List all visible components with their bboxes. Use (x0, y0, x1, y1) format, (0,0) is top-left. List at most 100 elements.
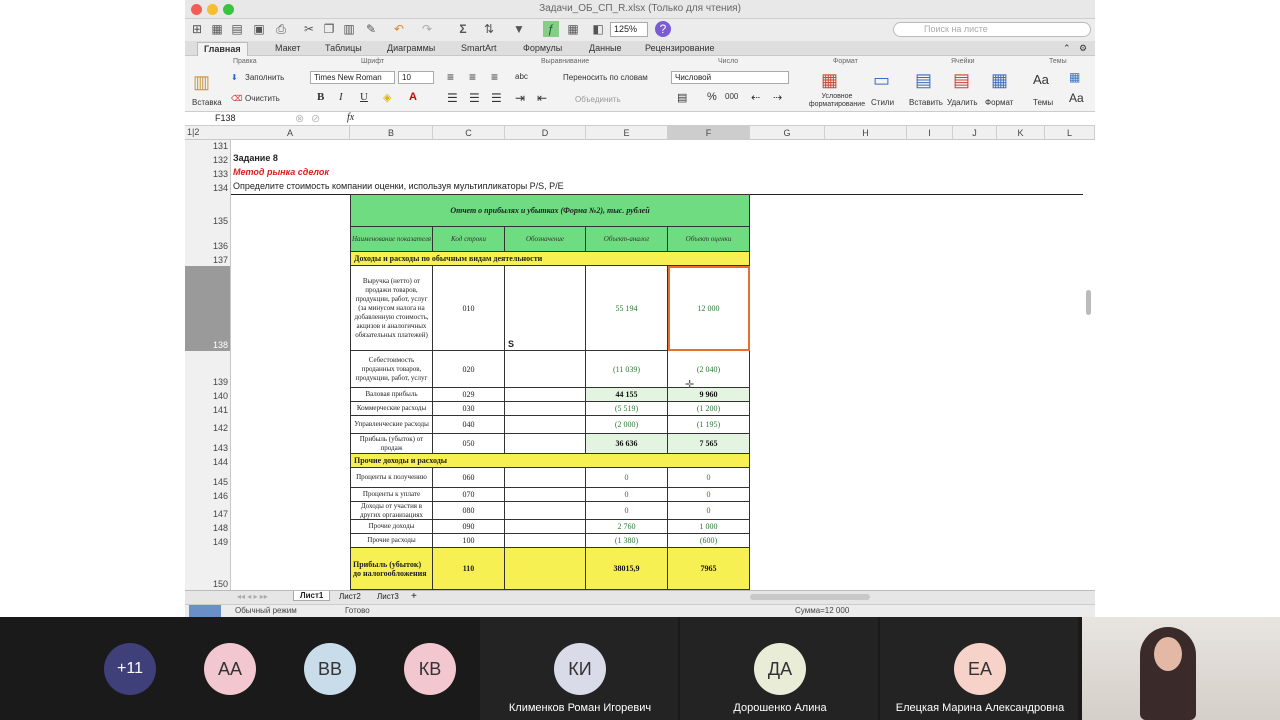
column-header-e[interactable]: E (586, 126, 668, 140)
item-designation-100[interactable] (505, 534, 586, 548)
autosum-icon[interactable]: Σ (455, 21, 471, 37)
item-code-080[interactable]: 080 (433, 502, 505, 520)
decrease-decimal-icon[interactable]: ⇠ (751, 91, 760, 104)
copy-icon[interactable]: ❐ (321, 21, 337, 37)
tab-charts[interactable]: Диаграммы (381, 42, 441, 55)
font-name-select[interactable]: Times New Roman (310, 71, 395, 84)
increase-decimal-icon[interactable]: ⇢ (773, 91, 782, 104)
item-designation-040[interactable] (505, 416, 586, 434)
save-icon[interactable]: ▣ (251, 21, 267, 37)
fx-label[interactable]: fx (347, 112, 354, 123)
paste-button[interactable]: Вставка (192, 98, 222, 107)
vertical-scroll-thumb[interactable] (1086, 290, 1091, 315)
confirm-formula-icon[interactable]: ⊘ (311, 112, 320, 125)
item-code-050[interactable]: 050 (433, 434, 505, 454)
item-name-080[interactable]: Доходы от участия в других организациях (350, 502, 433, 520)
row-header-142[interactable]: 142 (213, 423, 228, 433)
column-header-c[interactable]: C (433, 126, 505, 140)
paste-icon[interactable]: ▥ (341, 21, 357, 37)
name-box[interactable]: F138 (215, 113, 236, 123)
item-designation-070[interactable] (505, 488, 586, 502)
zoom-select[interactable]: 125% (610, 22, 648, 37)
item-code-010[interactable]: 010 (433, 266, 505, 351)
item-target-090[interactable]: 1 000 (668, 520, 750, 534)
sheet-grid[interactable]: Задание 8 Метод рынка сделок Определите ст… (231, 140, 1083, 590)
column-header-j[interactable]: J (953, 126, 997, 140)
row-header-133[interactable]: 133 (213, 169, 228, 179)
tab-smartart[interactable]: SmartArt (455, 42, 503, 55)
tab-review[interactable]: Рецензирование (639, 42, 721, 55)
row-header-146[interactable]: 146 (213, 491, 228, 501)
cancel-formula-icon[interactable]: ⊗ (295, 112, 304, 125)
indent-icon[interactable]: ⇥ (515, 91, 525, 105)
fill-button[interactable]: Заполнить (245, 73, 284, 82)
row-header-141[interactable]: 141 (213, 405, 228, 415)
font-color-icon[interactable]: A (409, 91, 417, 103)
row-header-137[interactable]: 137 (213, 255, 228, 265)
column-header-g[interactable]: G (750, 126, 825, 140)
item-code-090[interactable]: 090 (433, 520, 505, 534)
item-analog-060[interactable]: 0 (586, 468, 668, 488)
tab-tables[interactable]: Таблицы (319, 42, 368, 55)
row-header-147[interactable]: 147 (213, 509, 228, 519)
merge-button[interactable]: Объединить (575, 95, 621, 104)
percent-button[interactable]: % (707, 91, 717, 103)
redo-icon[interactable]: ↷ (419, 21, 435, 37)
ribbon-settings-icon[interactable]: ⚙ (1073, 42, 1093, 55)
thousands-button[interactable]: 000 (725, 92, 738, 101)
item-code-070[interactable]: 070 (433, 488, 505, 502)
print-icon[interactable]: ⎙ (273, 21, 289, 37)
item-name-090[interactable]: Прочие доходы (350, 520, 433, 534)
currency-icon[interactable]: ▤ (677, 91, 687, 104)
item-target-029[interactable]: 9 960 (668, 388, 750, 402)
section-other[interactable]: Прочие доходы и расходы (350, 454, 750, 468)
row-header-134[interactable]: 134 (213, 183, 228, 193)
item-analog-110[interactable]: 38015,9 (586, 548, 668, 590)
row-header-132[interactable]: 132 (213, 155, 228, 165)
section-ordinary[interactable]: Доходы и расходы по обычным видам деятел… (350, 252, 750, 266)
item-name-070[interactable]: Проценты к уплате (350, 488, 433, 502)
fill-color-icon[interactable]: ◈ (383, 91, 391, 104)
row-header-148[interactable]: 148 (213, 523, 228, 533)
item-analog-100[interactable]: (1 380) (586, 534, 668, 548)
item-name-010[interactable]: Выручка (нетто) от продажи товаров, прод… (350, 266, 433, 351)
open-icon[interactable]: ▤ (229, 21, 245, 37)
item-designation-050[interactable] (505, 434, 586, 454)
filter-icon[interactable]: ▼ (511, 21, 527, 37)
item-name-030[interactable]: Коммерческие расходы (350, 402, 433, 416)
row-header-149[interactable]: 149 (213, 537, 228, 547)
undo-icon[interactable]: ↶ (391, 21, 407, 37)
item-code-060[interactable]: 060 (433, 468, 505, 488)
column-header-h[interactable]: H (825, 126, 907, 140)
sheet-tab-3[interactable]: Лист3 (371, 592, 405, 601)
theme-colors-icon[interactable]: ▦ (1069, 70, 1080, 84)
item-name-050[interactable]: Прибыль (убыток) от продаж (350, 434, 433, 454)
cut-icon[interactable]: ✂ (301, 21, 317, 37)
header-2[interactable]: Код строки (433, 227, 505, 252)
align-right-icon[interactable]: ☰ (491, 91, 502, 105)
new-doc-icon[interactable]: ⊞ (189, 21, 205, 37)
header-1[interactable]: Наименование показателя (350, 227, 433, 252)
item-target-010[interactable]: 12 000 (668, 266, 750, 351)
item-target-060[interactable]: 0 (668, 468, 750, 488)
column-header-l[interactable]: L (1045, 126, 1095, 140)
row-header-140[interactable]: 140 (213, 391, 228, 401)
align-middle-icon[interactable]: ≡ (469, 70, 476, 84)
item-name-020[interactable]: Себестоимость проданных товаров, продукц… (350, 351, 433, 388)
themes-button[interactable]: Темы (1033, 98, 1053, 107)
table-icon[interactable]: ▦ (565, 21, 581, 37)
row-header-150[interactable]: 150 (213, 579, 228, 589)
item-target-110[interactable]: 7965 (668, 548, 750, 590)
item-designation-029[interactable] (505, 388, 586, 402)
align-top-icon[interactable]: ≡ (447, 70, 454, 84)
item-target-080[interactable]: 0 (668, 502, 750, 520)
participant-avatar-3[interactable]: ВВ (304, 643, 356, 695)
wrap-text-button[interactable]: Переносить по словам (563, 73, 648, 82)
item-name-040[interactable]: Управленческие расходы (350, 416, 433, 434)
italic-button[interactable]: I (339, 91, 343, 103)
item-designation-060[interactable] (505, 468, 586, 488)
item-code-100[interactable]: 100 (433, 534, 505, 548)
sheet-tab-1[interactable]: Лист1 (293, 591, 331, 601)
item-target-030[interactable]: (1 200) (668, 402, 750, 416)
item-code-020[interactable]: 020 (433, 351, 505, 388)
